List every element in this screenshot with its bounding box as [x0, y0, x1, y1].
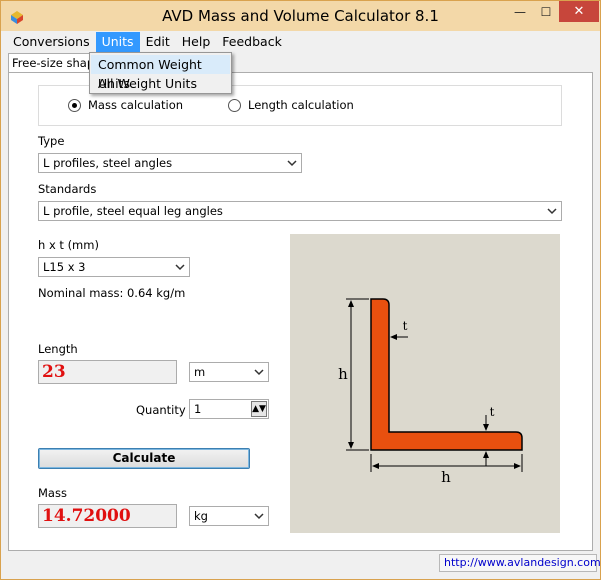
website-link[interactable]: http://www.avlandesign.com — [439, 554, 601, 572]
menu-help[interactable]: Help — [176, 32, 217, 52]
menu-bar: Conversions Units Edit Help Feedback — [7, 32, 595, 52]
dimension-select[interactable]: L15 x 3 — [38, 257, 190, 277]
dimension-label: h x t (mm) — [38, 238, 99, 252]
length-unit-value: m — [194, 365, 206, 379]
height-dimension-label: h — [338, 365, 348, 383]
angle-profile-diagram: h h t t — [290, 234, 560, 533]
menu-item-all-weight-units[interactable]: All Weight Units — [91, 74, 230, 93]
minimize-button[interactable]: — — [507, 1, 533, 22]
chevron-down-icon — [175, 264, 185, 271]
calculate-button[interactable]: Calculate — [38, 448, 250, 469]
mass-unit-select[interactable]: kg — [189, 506, 269, 526]
menu-item-common-weight-units[interactable]: Common Weight Units — [91, 55, 230, 91]
length-input[interactable]: 23 — [38, 360, 177, 384]
type-select-value: L profiles, steel angles — [43, 156, 173, 170]
type-label: Type — [38, 134, 65, 148]
chevron-down-icon — [254, 513, 264, 520]
l-profile-shape — [370, 298, 523, 451]
dimension-select-value: L15 x 3 — [43, 260, 86, 274]
nominal-mass-text: Nominal mass: 0.64 kg/m — [38, 286, 186, 300]
length-calculation-radio[interactable] — [228, 99, 241, 112]
maximize-button[interactable]: ☐ — [533, 1, 559, 22]
mass-unit-value: kg — [194, 509, 208, 523]
standards-label: Standards — [38, 182, 97, 196]
quantity-stepper[interactable]: 1 ▲▼ — [189, 399, 269, 419]
menu-conversions[interactable]: Conversions — [7, 32, 96, 52]
menu-units[interactable]: Units — [95, 32, 140, 52]
length-calculation-label: Length calculation — [248, 98, 354, 112]
title-bar: AVD Mass and Volume Calculator 8.1 — ☐ ✕ — [1, 1, 600, 31]
type-select[interactable]: L profiles, steel angles — [38, 153, 302, 173]
mass-output: 14.72000 — [38, 504, 177, 528]
calculator-panel: Mass calculation Length calculation Type… — [8, 72, 593, 551]
width-dimension-label: h — [441, 468, 451, 486]
thickness-label-vertical-leg: t — [403, 319, 408, 333]
standards-select-value: L profile, steel equal leg angles — [43, 204, 223, 218]
mass-calculation-label: Mass calculation — [88, 98, 184, 112]
tab-free-size-shape[interactable]: Free-size shape — [8, 53, 98, 73]
app-window: AVD Mass and Volume Calculator 8.1 — ☐ ✕… — [0, 0, 601, 580]
angle-profile-drawing: h h t t — [338, 298, 523, 486]
standards-select[interactable]: L profile, steel equal leg angles — [38, 201, 562, 221]
mass-label: Mass — [38, 486, 67, 500]
spinner-arrows-icon[interactable]: ▲▼ — [251, 401, 267, 417]
quantity-label: Quantity — [136, 403, 186, 417]
quantity-value: 1 — [194, 402, 202, 416]
close-button[interactable]: ✕ — [559, 1, 599, 22]
length-label: Length — [38, 342, 78, 356]
chevron-down-icon — [547, 208, 557, 215]
chevron-down-icon — [287, 160, 297, 167]
menu-edit[interactable]: Edit — [140, 32, 176, 52]
mass-calculation-radio[interactable] — [68, 99, 81, 112]
length-unit-select[interactable]: m — [189, 362, 269, 382]
chevron-down-icon — [254, 369, 264, 376]
menu-feedback[interactable]: Feedback — [216, 32, 288, 52]
thickness-label-horizontal-leg: t — [490, 405, 495, 419]
units-dropdown-menu: Common Weight Units All Weight Units — [89, 52, 232, 94]
